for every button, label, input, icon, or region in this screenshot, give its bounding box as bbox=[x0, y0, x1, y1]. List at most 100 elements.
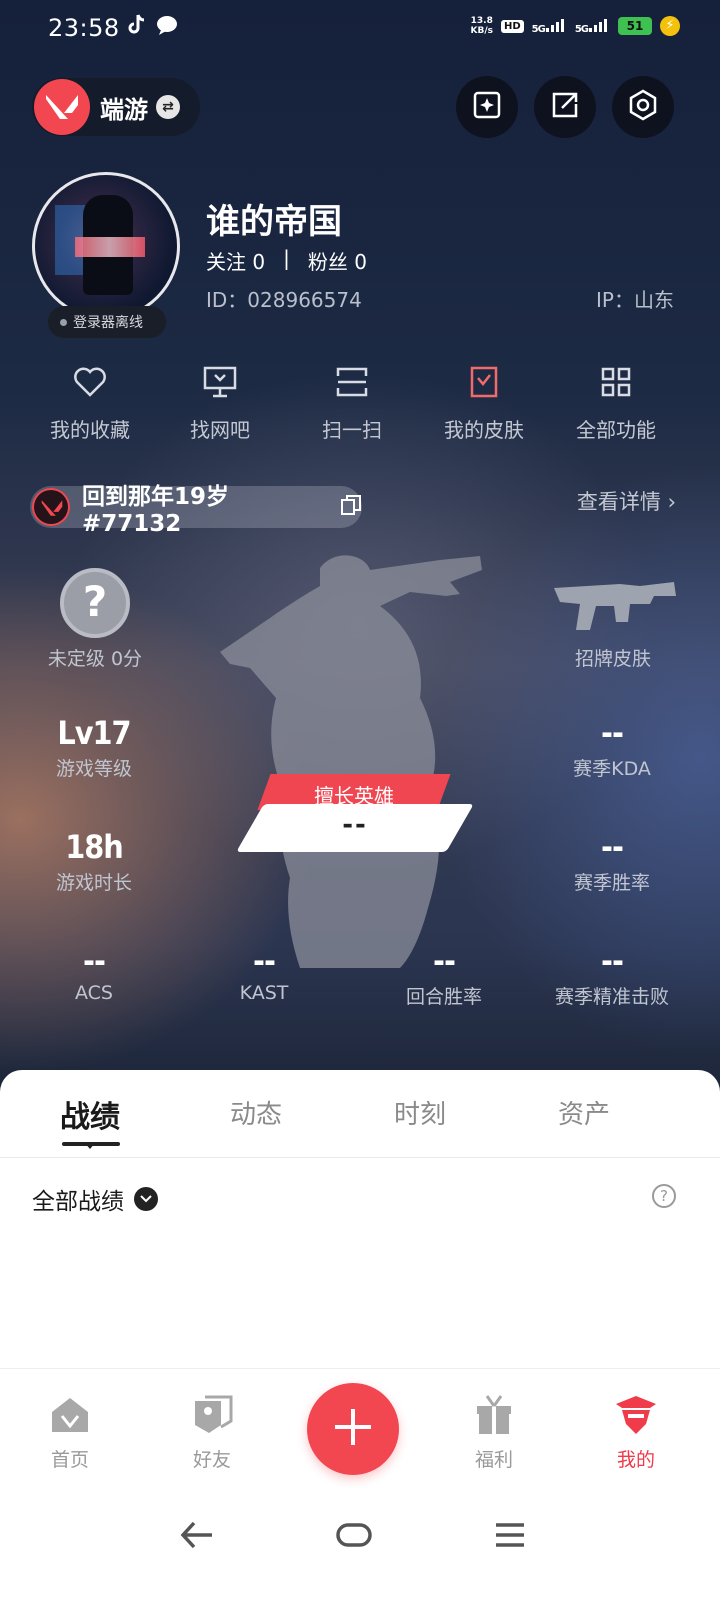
stat-round-winrate-value: -- bbox=[433, 942, 456, 980]
stat-headshot: -- 赛季精准击败 bbox=[532, 942, 692, 1009]
stat-level: Lv17 游戏等级 bbox=[14, 714, 174, 781]
scan-icon bbox=[292, 362, 412, 402]
weapon-icon bbox=[554, 582, 676, 630]
func-all-label: 全部功能 bbox=[576, 418, 656, 442]
login-status-text: 登录器离线 bbox=[73, 315, 143, 331]
nav-benefits-label: 福利 bbox=[474, 1449, 513, 1471]
status-right: 13.8 KB/s HD 5G 5G 51 ⚡ bbox=[470, 16, 680, 36]
nav-friends[interactable]: 好友 bbox=[162, 1391, 262, 1472]
profile-hero: 23:58 13.8 KB/s HD 5G 5G 51 ⚡ 端游 ⇄ 登录器离线… bbox=[0, 0, 720, 1110]
nav-benefits[interactable]: 福利 bbox=[444, 1391, 544, 1472]
func-my-skins[interactable]: 我的皮肤 bbox=[424, 362, 544, 443]
func-all[interactable]: 全部功能 bbox=[556, 362, 676, 443]
game-account-pill[interactable]: 回到那年19岁#77132 bbox=[30, 484, 362, 537]
func-favorites-label: 我的收藏 bbox=[50, 418, 130, 442]
stat-season-kda: -- 赛季KDA bbox=[532, 714, 692, 781]
gift-icon bbox=[444, 1391, 544, 1439]
offline-dot-icon bbox=[60, 318, 67, 326]
stat-playtime: 18h 游戏时长 bbox=[14, 828, 174, 895]
sim2-label: 5G bbox=[574, 23, 589, 35]
func-scan[interactable]: 扫一扫 bbox=[292, 362, 412, 443]
func-find-cafe[interactable]: 找网吧 bbox=[160, 362, 280, 443]
quick-functions: 我的收藏 找网吧 扫一扫 我的皮肤 全部功能 bbox=[0, 362, 720, 452]
best-hero-value: -- bbox=[342, 810, 368, 840]
settings-button[interactable] bbox=[612, 76, 674, 138]
nav-friends-label: 好友 bbox=[192, 1449, 231, 1471]
help-icon[interactable]: ? bbox=[652, 1184, 676, 1208]
back-icon[interactable] bbox=[180, 1520, 214, 1554]
settings-icon bbox=[626, 88, 660, 126]
home-button-icon[interactable] bbox=[336, 1520, 372, 1554]
copy-icon[interactable] bbox=[340, 494, 362, 520]
platform-switcher[interactable]: 端游 ⇄ bbox=[32, 78, 200, 136]
tab-assets[interactable]: 资产 bbox=[524, 1094, 644, 1131]
tab-feed[interactable]: 动态 bbox=[196, 1094, 316, 1131]
star-card-icon bbox=[470, 88, 504, 126]
skin-icon bbox=[424, 362, 544, 402]
func-find-cafe-label: 找网吧 bbox=[190, 418, 250, 442]
nav-home[interactable]: 首页 bbox=[20, 1391, 120, 1472]
avatar-glow-pink bbox=[75, 237, 145, 257]
tab-moments[interactable]: 时刻 bbox=[360, 1094, 480, 1131]
following-count[interactable]: 关注 0 bbox=[206, 246, 265, 275]
sim1-label: 5G bbox=[531, 23, 546, 35]
grid-icon bbox=[556, 362, 676, 402]
platform-name: 端游 bbox=[100, 95, 148, 124]
stat-acs-value: -- bbox=[83, 942, 106, 980]
profile-tabs: 战绩 动态 时刻 资产 bbox=[0, 1070, 720, 1158]
stat-round-winrate-label: 回合胜率 bbox=[405, 986, 482, 1008]
chat-bubble-icon bbox=[156, 14, 178, 40]
stat-season-kda-value: -- bbox=[601, 714, 624, 752]
stat-kast-value: -- bbox=[253, 942, 276, 980]
avatar[interactable] bbox=[32, 172, 180, 320]
network-speed-value: 13.8 bbox=[470, 16, 493, 26]
user-id: ID：028966574 bbox=[206, 288, 362, 312]
chevron-down-icon bbox=[134, 1187, 158, 1211]
create-post-button[interactable] bbox=[307, 1383, 399, 1475]
stat-playtime-value: 18h bbox=[65, 828, 124, 866]
records-filter-label: 全部战绩 bbox=[32, 1189, 124, 1215]
stat-round-winrate: -- 回合胜率 bbox=[364, 942, 524, 1009]
tiktok-icon bbox=[128, 14, 146, 40]
tab-records[interactable]: 战绩 bbox=[30, 1092, 150, 1136]
follow-separator: | bbox=[283, 246, 290, 270]
hd-icon: HD bbox=[500, 19, 524, 33]
system-navigation-bar bbox=[0, 1494, 720, 1600]
signal-icon-sim2: 5G bbox=[575, 18, 610, 35]
status-time: 23:58 bbox=[48, 14, 120, 42]
network-speed-unit: KB/s bbox=[470, 26, 493, 36]
stat-level-value: Lv17 bbox=[57, 714, 131, 752]
friends-icon bbox=[162, 1391, 262, 1439]
follow-stats: 关注 0 | 粉丝 0 bbox=[206, 246, 367, 275]
menu-icon[interactable] bbox=[494, 1520, 526, 1554]
charging-icon: ⚡ bbox=[660, 16, 680, 36]
valorant-logo-icon bbox=[34, 79, 90, 135]
monitor-icon bbox=[160, 362, 280, 402]
stat-season-winrate-value: -- bbox=[601, 828, 624, 866]
stat-kast-label: KAST bbox=[239, 982, 289, 1004]
valorant-logo-icon bbox=[32, 488, 70, 526]
signature-skin-label: 招牌皮肤 bbox=[574, 648, 651, 670]
view-details-link[interactable]: 查看详情 › bbox=[577, 486, 676, 516]
share-button[interactable] bbox=[534, 76, 596, 138]
func-favorites[interactable]: 我的收藏 bbox=[30, 362, 150, 443]
nav-me[interactable]: 我的 bbox=[586, 1391, 686, 1472]
home-icon bbox=[20, 1391, 120, 1439]
followers-count[interactable]: 粉丝 0 bbox=[308, 246, 367, 275]
stat-acs-label: ACS bbox=[75, 982, 113, 1004]
battery-icon: 51 bbox=[618, 17, 652, 35]
star-card-button[interactable] bbox=[456, 76, 518, 138]
stat-acs: -- ACS bbox=[14, 942, 174, 1004]
stat-playtime-label: 游戏时长 bbox=[55, 872, 132, 894]
swap-icon: ⇄ bbox=[156, 95, 180, 119]
ip-location: IP：山东 bbox=[596, 288, 674, 312]
func-scan-label: 扫一扫 bbox=[322, 418, 382, 442]
stat-season-winrate-label: 赛季胜率 bbox=[573, 872, 650, 894]
game-account-id: 回到那年19岁#77132 bbox=[81, 484, 229, 537]
bottom-nav: 首页 好友 福利 我的 bbox=[0, 1368, 720, 1494]
records-filter[interactable]: 全部战绩 bbox=[32, 1182, 158, 1216]
rank-label: 未定级 0分 bbox=[47, 648, 143, 670]
heart-icon bbox=[30, 362, 150, 402]
stat-kast: -- KAST bbox=[184, 942, 344, 1004]
tab-indicator-notch bbox=[84, 1142, 96, 1149]
